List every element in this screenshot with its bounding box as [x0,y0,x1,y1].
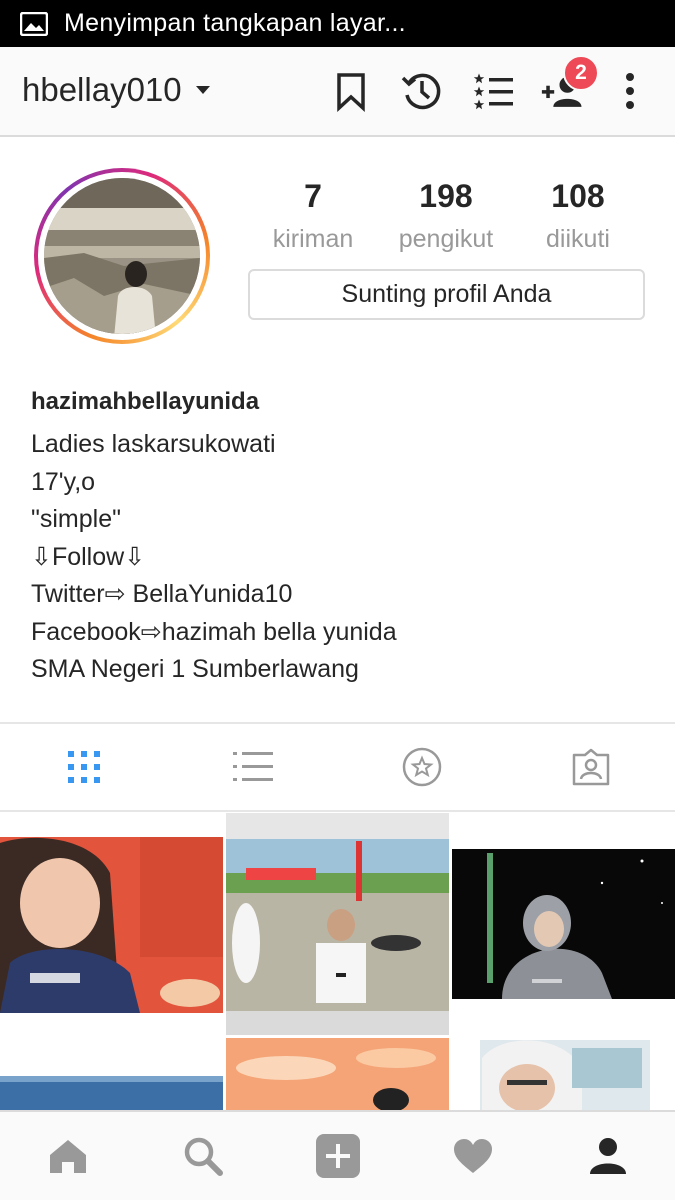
bio-line: SMA Negeri 1 Sumberlawang [31,655,359,683]
search-icon [184,1137,223,1176]
bottom-navigation [0,1110,675,1200]
chevron-down-icon [195,86,210,94]
posts-count: 7 kiriman [248,178,378,254]
followers-count-value: 198 [419,178,473,214]
profile-full-name: hazimahbellayunida [31,388,260,415]
grid-post[interactable] [452,1038,675,1110]
avatar[interactable] [34,168,210,344]
tab-grid-view[interactable] [0,724,169,810]
profile-icon [589,1138,626,1174]
tab-tagged[interactable] [506,724,675,810]
home-icon [49,1140,86,1173]
notification-badge: 2 [563,55,599,91]
photo-grid [0,813,675,1110]
activity-heart-icon [453,1139,492,1173]
bio-line: 17'y,o [31,467,96,496]
list-icon [233,752,274,781]
history-icon[interactable] [400,69,444,113]
grid-post[interactable] [0,813,223,1035]
gallery-icon [20,11,48,36]
nav-activity[interactable] [405,1112,540,1200]
followers-count-label: pengikut [398,225,494,253]
tagged-icon [572,748,609,786]
bio-line: Ladies laskarsukowati [31,430,276,458]
tab-list-view[interactable] [169,724,338,810]
profile-photo [44,178,200,334]
profile-bio: Ladies laskarsukowati 17'y,o "simple" ⇩F… [31,428,397,691]
posts-count-value: 7 [304,178,322,214]
grid-post[interactable] [0,1038,223,1110]
bio-line: ⇩Follow⇩ [31,542,146,571]
tab-saved[interactable] [338,724,507,810]
posts-count-label: kiriman [272,225,354,253]
edit-profile-button[interactable]: Sunting profil Anda [248,269,645,320]
nav-profile[interactable] [540,1112,675,1200]
following-count[interactable]: 108 diikuti [513,178,643,254]
bookmark-icon[interactable] [329,69,373,113]
add-post-icon [315,1134,360,1178]
nav-home[interactable] [0,1112,135,1200]
grid-post[interactable] [226,1038,449,1110]
close-friends-icon[interactable] [472,69,516,113]
username-label: hbellay010 [22,71,182,108]
nav-add-post[interactable] [270,1112,405,1200]
profile-tabs [0,722,675,812]
star-icon [402,747,442,787]
more-options-icon[interactable] [608,69,652,113]
following-count-label: diikuti [546,225,610,253]
bio-line: Facebook⇨hazimah bella yunida [31,617,397,646]
grid-post[interactable] [226,813,449,1035]
grid-icon [68,751,101,783]
following-count-value: 108 [551,178,605,214]
status-bar: Menyimpan tangkapan layar... [0,0,675,47]
bio-line: Twitter⇨ BellaYunida10 [31,580,293,608]
grid-post[interactable] [452,813,675,1035]
bio-line: "simple" [31,505,121,533]
status-text: Menyimpan tangkapan layar... [64,9,406,37]
account-switcher[interactable]: hbellay010 [22,71,210,109]
nav-search[interactable] [135,1112,270,1200]
followers-count[interactable]: 198 pengikut [381,178,511,254]
